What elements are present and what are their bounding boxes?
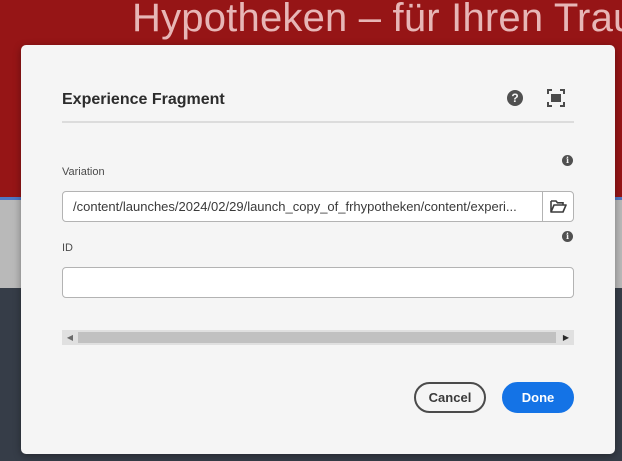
header-divider (62, 121, 574, 123)
cancel-button[interactable]: Cancel (414, 382, 486, 413)
dialog-title: Experience Fragment (62, 91, 225, 108)
id-info-icon[interactable]: i (562, 231, 573, 242)
experience-fragment-dialog: Experience Fragment ? Variation i /conte… (21, 45, 615, 454)
horizontal-scrollbar[interactable]: ◀ ▶ (62, 330, 574, 345)
help-icon[interactable]: ? (507, 90, 523, 106)
fullscreen-icon[interactable] (547, 89, 565, 107)
scrollbar-thumb[interactable] (78, 332, 556, 343)
background-hero-title: Hypotheken – für Ihren Trau (132, 0, 622, 40)
scroll-left-arrow-icon[interactable]: ◀ (62, 330, 78, 345)
id-input[interactable] (62, 267, 574, 298)
id-label: ID (62, 242, 73, 254)
dialog-header: Experience Fragment (62, 89, 574, 123)
scroll-right-arrow-icon[interactable]: ▶ (558, 330, 574, 345)
variation-path-field[interactable]: /content/launches/2024/02/29/launch_copy… (62, 191, 543, 222)
browse-button[interactable] (542, 191, 574, 222)
variation-info-icon[interactable]: i (562, 155, 573, 166)
folder-icon (550, 200, 567, 213)
variation-label: Variation (62, 166, 105, 178)
done-button[interactable]: Done (502, 382, 574, 413)
